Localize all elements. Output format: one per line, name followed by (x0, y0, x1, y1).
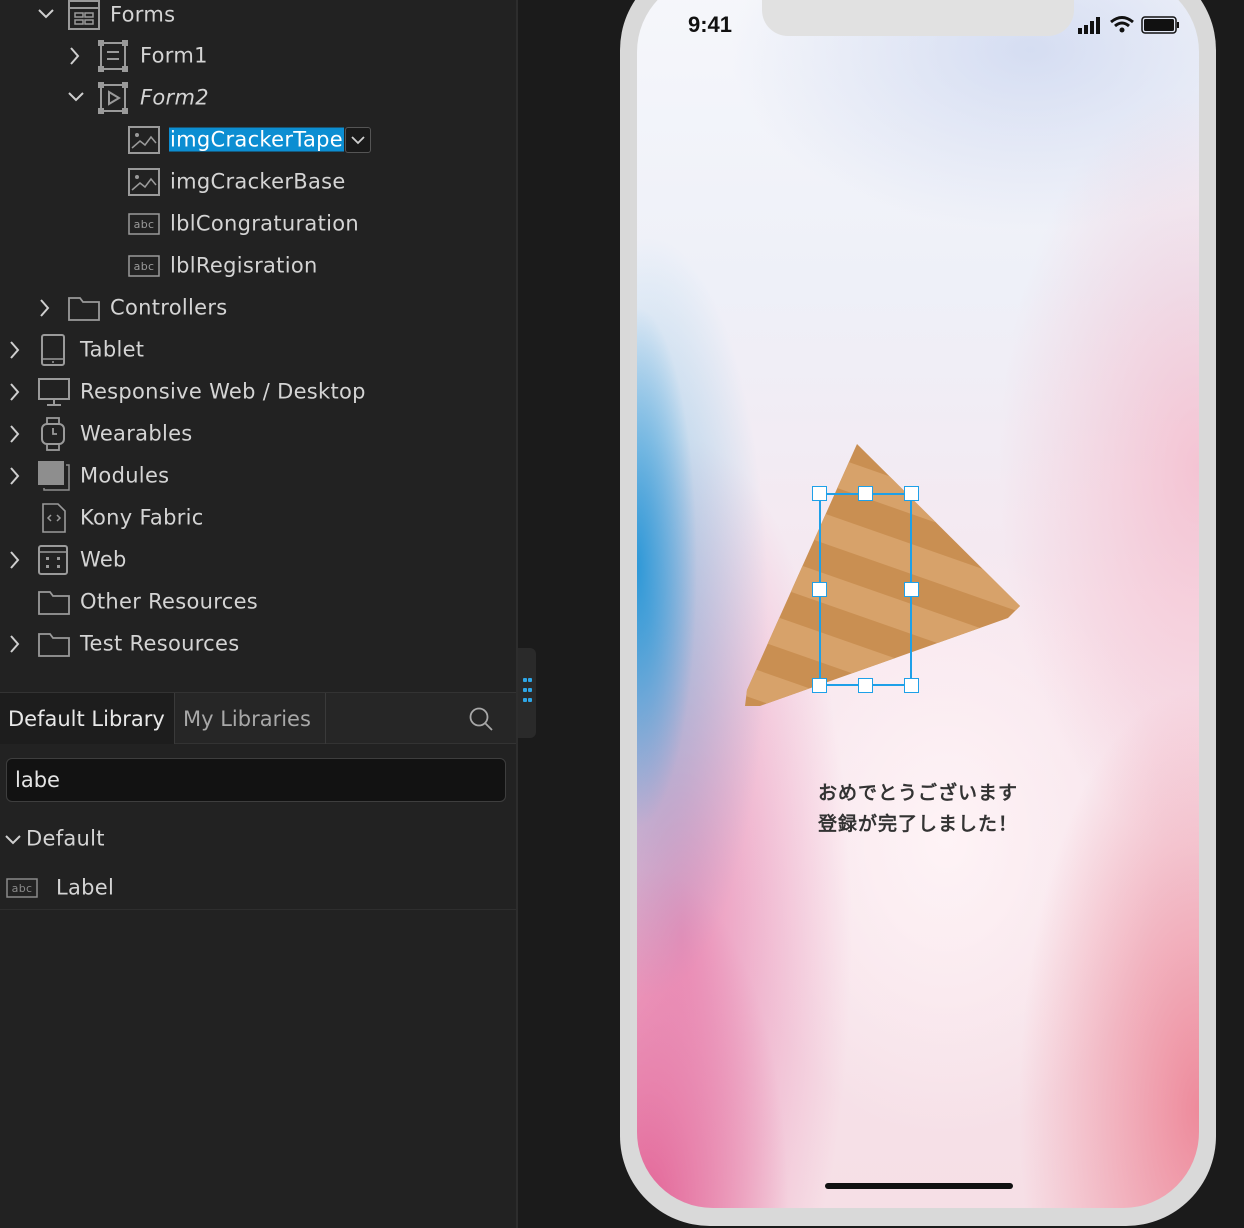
library-tabbar: Default Library My Libraries (0, 692, 516, 744)
folder-icon (68, 297, 100, 321)
resize-handle[interactable] (904, 582, 919, 597)
module-icon (38, 461, 70, 491)
image-icon (128, 126, 160, 154)
svg-text:abc: abc (134, 218, 155, 231)
tree-label-widget: lblCongraturation (170, 211, 360, 236)
widget-selection-box[interactable] (812, 486, 919, 693)
search-icon[interactable] (468, 706, 494, 732)
tree-label-widget: lblRegisration (170, 253, 318, 278)
forms-icon (68, 0, 100, 30)
form-canvas[interactable] (637, 0, 1199, 1208)
library-search-input[interactable]: labe (6, 758, 506, 802)
watch-icon (41, 417, 65, 451)
tree-item-tablet[interactable]: Tablet (0, 329, 516, 371)
resize-handle[interactable] (812, 678, 827, 693)
device-notch (762, 0, 1074, 36)
tree-label-widget: imgCrackerBase (170, 169, 346, 194)
chevron-right-icon[interactable] (4, 371, 24, 413)
chevron-down-icon[interactable] (36, 0, 56, 36)
library-item-label[interactable]: abc Label (0, 866, 516, 910)
tree-item-form2[interactable]: Form2 (0, 77, 516, 119)
svg-text:abc: abc (134, 260, 155, 273)
tree-item-desktop[interactable]: Responsive Web / Desktop (0, 371, 516, 413)
tree-item-test-resources[interactable]: Test Resources (0, 623, 516, 665)
tree-label-forms: Forms (110, 2, 176, 27)
tree-label-desktop: Responsive Web / Desktop (80, 379, 366, 404)
message-line: 登録が完了しました！ (818, 813, 1019, 835)
tree-item-forms[interactable]: Forms (0, 0, 516, 36)
tree-label-form2: Form2 (140, 85, 209, 110)
tab-default-library[interactable]: Default Library (0, 693, 174, 744)
image-icon (128, 168, 160, 196)
chevron-right-icon[interactable] (4, 539, 24, 581)
library-item-text: Label (56, 875, 115, 900)
status-time: 9:41 (688, 12, 733, 37)
chevron-down-icon[interactable] (66, 77, 86, 119)
web-grid-icon (38, 545, 68, 575)
chevron-right-icon[interactable] (4, 413, 24, 455)
tree-item-modules[interactable]: Modules (0, 455, 516, 497)
tree-label-controllers: Controllers (110, 295, 228, 320)
chevron-right-icon[interactable] (34, 287, 54, 329)
chevron-right-icon[interactable] (64, 35, 84, 77)
congratulation-label[interactable]: おめでとうございます 登録が完了しました！ (800, 778, 1040, 840)
tree-label-modules: Modules (80, 463, 170, 488)
tree-item-widget[interactable]: imgCrackerTape (0, 119, 516, 161)
project-explorer-panel: Forms Form1 Form2 imgCrackerTape imgCrac… (0, 0, 518, 1228)
panel-resize-handle[interactable] (518, 648, 536, 738)
home-indicator (825, 1183, 1013, 1189)
label-abc-icon: abc (128, 213, 160, 235)
tree-item-other-resources[interactable]: Other Resources (0, 581, 516, 623)
library-group-default[interactable]: Default (0, 818, 516, 860)
tablet-icon (41, 334, 65, 366)
resize-handle[interactable] (812, 486, 827, 501)
resize-handle[interactable] (812, 582, 827, 597)
resize-handle[interactable] (858, 678, 873, 693)
tree-label-test-resources: Test Resources (80, 631, 240, 656)
tree-label-form1: Form1 (140, 43, 208, 68)
tree-item-widget[interactable]: abc lblCongraturation (0, 203, 516, 245)
status-icons (1078, 16, 1179, 34)
chevron-down-icon (351, 136, 365, 145)
signal-icon (1078, 17, 1100, 34)
wifi-icon (1110, 16, 1134, 33)
resize-handle[interactable] (904, 486, 919, 501)
resize-handle[interactable] (904, 678, 919, 693)
label-abc-icon: abc (6, 877, 38, 898)
desktop-icon (38, 378, 70, 406)
tree-label-wearables: Wearables (80, 421, 193, 446)
code-file-icon (42, 503, 66, 533)
folder-icon (38, 591, 70, 615)
svg-text:abc: abc (12, 882, 33, 895)
tree-item-kony-fabric[interactable]: Kony Fabric (0, 497, 516, 539)
form-icon (98, 40, 128, 72)
chevron-down-icon (5, 835, 21, 845)
chevron-right-icon[interactable] (4, 455, 24, 497)
folder-icon (38, 633, 70, 657)
battery-icon (1141, 16, 1179, 34)
library-group-label: Default (26, 826, 105, 851)
tab-my-libraries[interactable]: My Libraries (174, 693, 326, 744)
tree-label-widget[interactable]: imgCrackerTape (169, 127, 344, 152)
label-abc-icon: abc (128, 255, 160, 277)
chevron-right-icon[interactable] (4, 329, 24, 371)
tree-label-web: Web (80, 547, 127, 572)
chevron-right-icon[interactable] (4, 623, 24, 665)
tree-item-widget[interactable]: abc lblRegisration (0, 245, 516, 287)
tree-item-controllers[interactable]: Controllers (0, 287, 516, 329)
tree-label-tablet: Tablet (80, 337, 145, 362)
tree-item-web[interactable]: Web (0, 539, 516, 581)
form-active-icon (98, 82, 128, 114)
resize-handle[interactable] (858, 486, 873, 501)
widget-dropdown-button[interactable] (345, 127, 371, 153)
tree-label-kony-fabric: Kony Fabric (80, 505, 204, 530)
tree-label-other-resources: Other Resources (80, 589, 259, 614)
message-line: おめでとうございます (818, 782, 1019, 804)
tree-item-widget[interactable]: imgCrackerBase (0, 161, 516, 203)
tree-item-form1[interactable]: Form1 (0, 35, 516, 77)
tree-item-wearables[interactable]: Wearables (0, 413, 516, 455)
